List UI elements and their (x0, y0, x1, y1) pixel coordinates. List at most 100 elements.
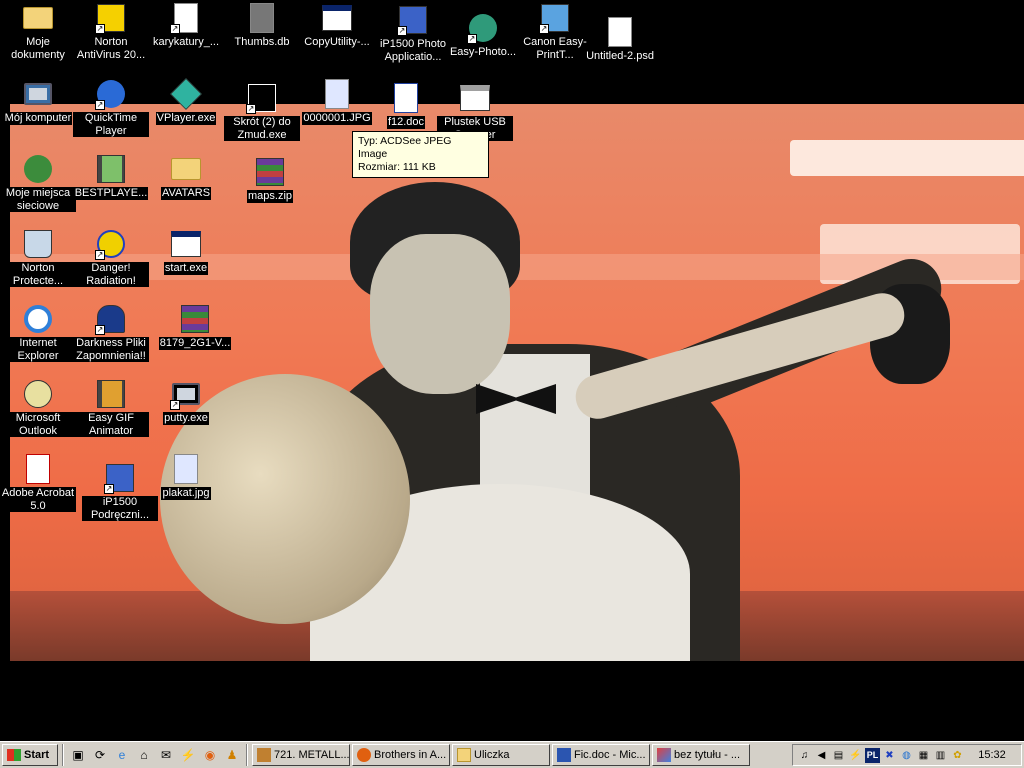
desktop-icon-maps-zip[interactable]: maps.zip (232, 156, 308, 203)
internet-explorer-icon[interactable]: e (112, 745, 132, 765)
desktop-icon-ip1500-photo[interactable]: ↗ iP1500 Photo Applicatio... (375, 4, 451, 63)
start-label: Start (24, 749, 50, 761)
desktop-icon-norton-protected[interactable]: Norton Protecte... (0, 228, 76, 287)
task-icon[interactable]: ▥ (933, 748, 948, 763)
norton-antivirus-icon: ↗ (95, 2, 127, 34)
desktop-icon-karykatury[interactable]: ↗ karykatury_... (148, 2, 224, 49)
word-doc-icon (390, 82, 422, 114)
desktop-icon-zmud-shortcut[interactable]: ↗ Skrót (2) do Zmud.exe (224, 82, 300, 141)
desktop-icon-adobe-acrobat[interactable]: Adobe Acrobat 5.0 (0, 453, 76, 512)
antivirus-icon[interactable]: ◍ (899, 748, 914, 763)
desktop-icon-untitled-psd[interactable]: Untitled-2.psd (580, 16, 660, 63)
db-file-icon (246, 2, 278, 34)
desktop-icon-moj-komputer[interactable]: Mój komputer (0, 78, 76, 125)
folder-documents-icon (22, 2, 54, 34)
quicktime-icon: ↗ (95, 78, 127, 110)
winamp-icon (257, 748, 271, 762)
desktop-icon-norton-antivirus[interactable]: ↗ Norton AntiVirus 20... (73, 2, 149, 61)
task-button-paint[interactable]: bez tytułu - ... (652, 744, 750, 766)
darkness-icon: ↗ (95, 303, 127, 335)
power-icon[interactable]: ⚡ (848, 748, 863, 763)
desktop-icon-internet-explorer[interactable]: Internet Explorer (0, 303, 76, 362)
film-icon (95, 378, 127, 410)
desktop-icon-ip1500-podreczni[interactable]: ↗ iP1500 Podręczni... (82, 462, 158, 521)
recycle-bin-icon (22, 228, 54, 260)
desktop-icon-thumbs-db[interactable]: Thumbs.db (224, 2, 300, 49)
tooltip-type-line: Typ: ACDSee JPEG Image (358, 135, 452, 160)
taskbar-separator (246, 744, 248, 766)
firefox-icon[interactable]: ◉ (200, 745, 220, 765)
task-button-firefox[interactable]: Brothers in A... (352, 744, 450, 766)
acrobat-icon (22, 453, 54, 485)
file-info-tooltip: Typ: ACDSee JPEG Image Rozmiar: 111 KB (352, 131, 489, 178)
desktop-icon-microsoft-outlook[interactable]: Microsoft Outlook (0, 378, 76, 437)
sync-icon[interactable]: ⟳ (90, 745, 110, 765)
volume-icon[interactable]: ◀ (814, 748, 829, 763)
desktop-icon-moje-miejsca-sieciowe[interactable]: Moje miejsca sieciowe (0, 153, 76, 212)
desktop-icon-plakat-jpg[interactable]: plakat.jpg (148, 453, 224, 500)
desktop-icon-easy-photo[interactable]: ↗ Easy-Photo... (445, 12, 521, 59)
desktop-icon-f12-doc[interactable]: f12.doc (368, 82, 444, 129)
windows-logo-icon (7, 749, 21, 761)
film-icon (95, 153, 127, 185)
application-icon (321, 2, 353, 34)
help-book-icon: ↗ (104, 462, 136, 494)
document-icon: ↗ (170, 2, 202, 34)
task-button-winamp[interactable]: 721. METALL... (252, 744, 350, 766)
outlook-icon (22, 378, 54, 410)
display-icon[interactable]: ▦ (916, 748, 931, 763)
folder-icon (170, 153, 202, 185)
desktop-icon-moje-dokumenty[interactable]: Moje dokumenty (0, 2, 76, 61)
folder-icon (457, 748, 471, 762)
word-icon (557, 748, 571, 762)
internet-explorer-icon (22, 303, 54, 335)
zmud-icon: ↗ (246, 82, 278, 114)
help-book-icon: ↗ (397, 4, 429, 36)
desktop-icon-vplayer[interactable]: VPlayer.exe (148, 78, 224, 125)
desktop-icon-putty[interactable]: ↗ putty.exe (148, 378, 224, 425)
network-icon[interactable]: ⌂ (134, 745, 154, 765)
jpeg-file-icon (321, 78, 353, 110)
desktop-icon-darkness[interactable]: ↗ Darkness Pliki Zapomnienia!! (73, 303, 149, 362)
clock[interactable]: 15:32 (967, 749, 1017, 761)
outlook-express-icon[interactable]: ✉ (156, 745, 176, 765)
jpeg-file-icon (170, 453, 202, 485)
paint-icon (657, 748, 671, 762)
scanner-icon (459, 82, 491, 114)
putty-icon: ↗ (170, 378, 202, 410)
task-button-word[interactable]: Fic.doc - Mic... (552, 744, 650, 766)
tooltip-size-line: Rozmiar: 111 KB (358, 161, 436, 173)
desktop-icon-quicktime[interactable]: ↗ QuickTime Player (73, 78, 149, 137)
winrar-archive-icon (254, 156, 286, 188)
network-places-icon (22, 153, 54, 185)
network-monitor-icon[interactable]: ▤ (831, 748, 846, 763)
desktop-icon-easy-gif-animator[interactable]: Easy GIF Animator (73, 378, 149, 437)
desktop-icon-avatars[interactable]: AVATARS (148, 153, 224, 200)
show-desktop-icon[interactable]: ▣ (68, 745, 88, 765)
system-tray: ♫ ◀ ▤ ⚡ PL ✖ ◍ ▦ ▥ ✿ 15:32 (792, 744, 1022, 766)
desktop-icon-danger-radiation[interactable]: ↗ Danger! Radiation! (73, 228, 149, 287)
task-button-uliczka[interactable]: Uliczka (452, 744, 550, 766)
winamp-icon[interactable]: ⚡ (178, 745, 198, 765)
desktop-icon-8179-archive[interactable]: 8179_2G1-V... (157, 303, 233, 350)
aim-icon[interactable]: ♟ (222, 745, 242, 765)
desktop-icon-start-exe[interactable]: start.exe (148, 228, 224, 275)
taskbar-separator (62, 744, 64, 766)
gg-icon[interactable]: ✿ (950, 748, 965, 763)
canon-print-icon: ↗ (539, 2, 571, 34)
easy-photo-icon: ↗ (467, 12, 499, 44)
psd-file-icon (604, 16, 636, 48)
start-button[interactable]: Start (2, 744, 58, 766)
radiation-icon: ↗ (95, 228, 127, 260)
my-computer-icon (22, 78, 54, 110)
bluetooth-icon[interactable]: ✖ (882, 748, 897, 763)
language-indicator[interactable]: PL (865, 747, 880, 763)
vplayer-icon (170, 78, 202, 110)
firefox-icon (357, 748, 371, 762)
winrar-archive-icon (179, 303, 211, 335)
desktop-icon-0000001-jpg[interactable]: 0000001.JPG (299, 78, 375, 125)
speaker-icon[interactable]: ♫ (797, 748, 812, 763)
window-app-icon (170, 228, 202, 260)
desktop-icon-bestplayer[interactable]: BESTPLAYE... (73, 153, 149, 200)
desktop-icon-copyutility[interactable]: CopyUtility-... (299, 2, 375, 49)
